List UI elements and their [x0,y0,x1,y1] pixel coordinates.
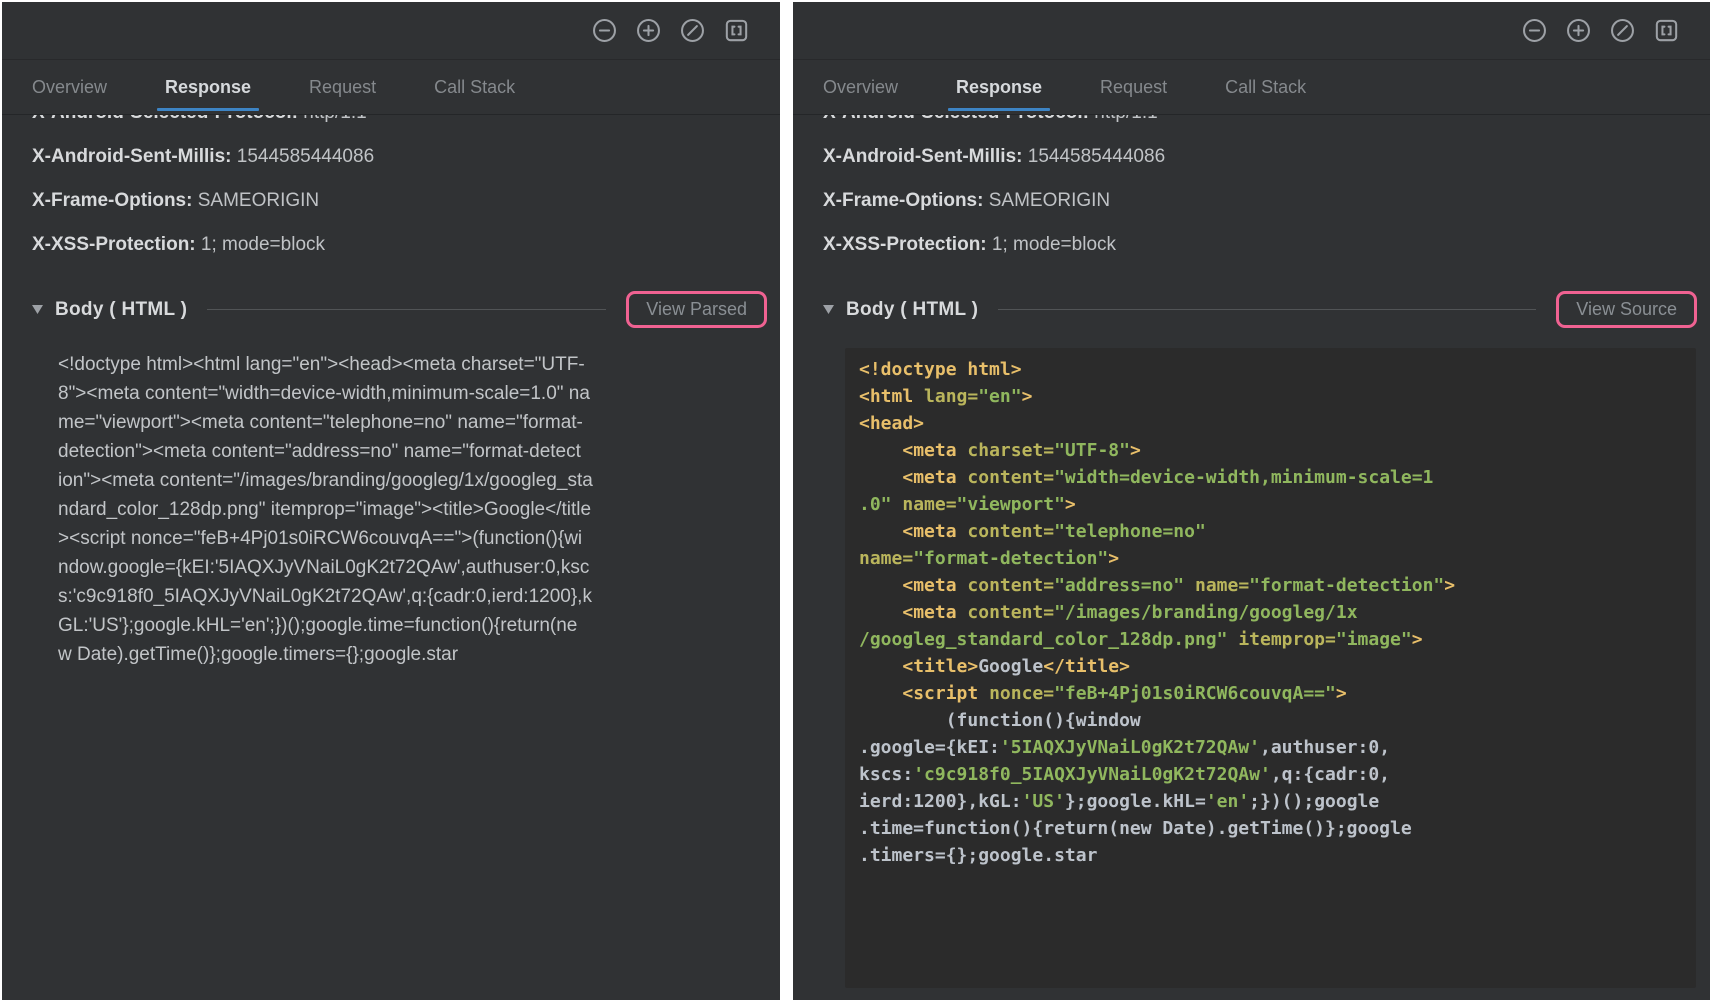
parsed-body-line: GL:'US'};google.kHL='en';})();google.tim… [58,611,780,640]
section-divider-line [998,309,1536,310]
tab-call-stack[interactable]: Call Stack [1225,60,1306,114]
response-header-row: X-XSS-Protection: 1; mode=block [32,223,780,267]
source-code-line: <meta content="address=no" name="format-… [859,572,1682,599]
source-code-line: <head> [859,410,1682,437]
body-section-header: Body ( HTML ) View Source [823,291,1710,328]
source-code-line: <html lang="en"> [859,383,1682,410]
tab-response[interactable]: Response [165,60,251,114]
header-name: X-XSS-Protection: [823,234,987,255]
response-header-row: X-Android-Sent-Millis: 1544585444086 [32,135,780,179]
header-name: X-Android-Sent-Millis: [32,146,231,167]
header-value: 1; mode=block [196,234,325,255]
collapse-triangle-icon[interactable] [32,305,43,314]
source-code-line: ierd:1200},kGL:'US'};google.kHL='en';})(… [859,788,1682,815]
source-code-line: .0" name="viewport"> [859,491,1682,518]
source-code-line: /googleg_standard_color_128dp.png" itemp… [859,626,1682,653]
response-headers-list: X-Android-Selected-Protocol: http/1.1X-A… [32,115,780,267]
header-name: X-Frame-Options: [823,190,983,211]
parsed-body-line: s:'c9c918f0_5IAQXJyVNaiL0gK2t72QAw',q:{c… [58,582,780,611]
source-code-line: .time=function(){return(new Date).getTim… [859,815,1682,842]
parsed-body-line: ndow.google={kEI:'5IAQXJyVNaiL0gK2t72QAw… [58,553,780,582]
view-source-button[interactable]: View Source [1556,291,1697,328]
zoom-fit-icon[interactable] [723,17,750,44]
tab-overview[interactable]: Overview [823,60,898,114]
source-code-line: <script nonce="feB+4Pj01s0iRCW6couvqA=="… [859,680,1682,707]
network-response-comparison: Overview Response Request Call Stack X-Andr… [0,0,1712,1002]
response-headers-list: X-Android-Selected-Protocol: http/1.1X-A… [823,115,1710,267]
source-code-line: <!doctype html> [859,356,1682,383]
header-name: X-Android-Selected-Protocol: [823,115,1089,123]
parsed-body-line: detection"><meta content="address=no" na… [58,437,780,466]
parsed-body-line: me="viewport"><meta content="telephone=n… [58,408,780,437]
response-body-parsed: <!doctype html><html lang="en"><head><me… [32,350,780,669]
profiler-toolbar [2,2,780,60]
response-content: X-Android-Selected-Protocol: http/1.1X-A… [793,115,1710,1000]
header-value: SAMEORIGIN [192,190,319,211]
header-value: 1544585444086 [1022,146,1165,167]
source-code-line: kscs:'c9c918f0_5IAQXJyVNaiL0gK2t72QAw',q… [859,761,1682,788]
header-name: X-Frame-Options: [32,190,192,211]
source-code-line: <meta charset="UTF-8"> [859,437,1682,464]
header-name: X-Android-Selected-Protocol: [32,115,298,123]
zoom-out-icon[interactable] [591,17,618,44]
response-header-row: X-Android-Sent-Millis: 1544585444086 [823,135,1710,179]
response-header-row: X-Android-Selected-Protocol: http/1.1 [823,115,1710,135]
view-parsed-button[interactable]: View Parsed [626,291,767,328]
source-code-line: <meta content="telephone=no" [859,518,1682,545]
response-header-row: X-Frame-Options: SAMEORIGIN [823,179,1710,223]
source-code-line: <title>Google</title> [859,653,1682,680]
body-section-header: Body ( HTML ) View Parsed [32,291,780,328]
parsed-body-line: w Date).getTime()};google.timers={};goog… [58,640,780,669]
parsed-body-line: ion"><meta content="/images/branding/goo… [58,466,780,495]
profiler-toolbar [793,2,1710,60]
source-code: <!doctype html><html lang="en"><head> <m… [859,356,1682,869]
response-header-row: X-Android-Selected-Protocol: http/1.1 [32,115,780,135]
source-code-line: <meta content="width=device-width,minimu… [859,464,1682,491]
parsed-body-line: ndard_color_128dp.png" itemprop="image">… [58,495,780,524]
source-code-line: .timers={};google.star [859,842,1682,869]
response-content: X-Android-Selected-Protocol: http/1.1X-A… [2,115,780,1000]
zoom-out-icon[interactable] [1521,17,1548,44]
tab-request[interactable]: Request [1100,60,1167,114]
zoom-in-icon[interactable] [635,17,662,44]
tab-request[interactable]: Request [309,60,376,114]
header-value: SAMEORIGIN [983,190,1110,211]
parsed-body-line: <!doctype html><html lang="en"><head><me… [58,350,780,379]
source-code-line: (function(){window [859,707,1682,734]
header-value: http/1.1 [298,115,367,123]
response-header-row: X-XSS-Protection: 1; mode=block [823,223,1710,267]
source-code-line: name="format-detection"> [859,545,1682,572]
tab-response[interactable]: Response [956,60,1042,114]
source-code-line: .google={kEI:'5IAQXJyVNaiL0gK2t72QAw',au… [859,734,1682,761]
parsed-body-line: ><script nonce="feB+4Pj01s0iRCW6couvqA==… [58,524,780,553]
parsed-body-line: 8"><meta content="width=device-width,min… [58,379,780,408]
response-tab-bar: Overview Response Request Call Stack [2,60,780,115]
response-panel-source: Overview Response Request Call Stack X-Andr… [793,2,1710,1000]
header-value: 1544585444086 [231,146,374,167]
header-name: X-XSS-Protection: [32,234,196,255]
zoom-reset-icon[interactable] [1609,17,1636,44]
tab-overview[interactable]: Overview [32,60,107,114]
header-value: 1; mode=block [987,234,1116,255]
tab-call-stack[interactable]: Call Stack [434,60,515,114]
header-name: X-Android-Sent-Millis: [823,146,1022,167]
zoom-in-icon[interactable] [1565,17,1592,44]
response-tab-bar: Overview Response Request Call Stack [793,60,1710,115]
section-divider-line [207,309,606,310]
zoom-fit-icon[interactable] [1653,17,1680,44]
toolbar-icon-group [1521,17,1680,44]
toolbar-icon-group [591,17,750,44]
body-section-label: Body ( HTML ) [55,299,187,321]
header-value: http/1.1 [1089,115,1158,123]
zoom-reset-icon[interactable] [679,17,706,44]
response-body-source: <!doctype html><html lang="en"><head> <m… [845,348,1696,988]
response-header-row: X-Frame-Options: SAMEORIGIN [32,179,780,223]
response-panel-parsed: Overview Response Request Call Stack X-Andr… [2,2,780,1000]
source-code-line: <meta content="/images/branding/googleg/… [859,599,1682,626]
body-section-label: Body ( HTML ) [846,299,978,321]
collapse-triangle-icon[interactable] [823,305,834,314]
